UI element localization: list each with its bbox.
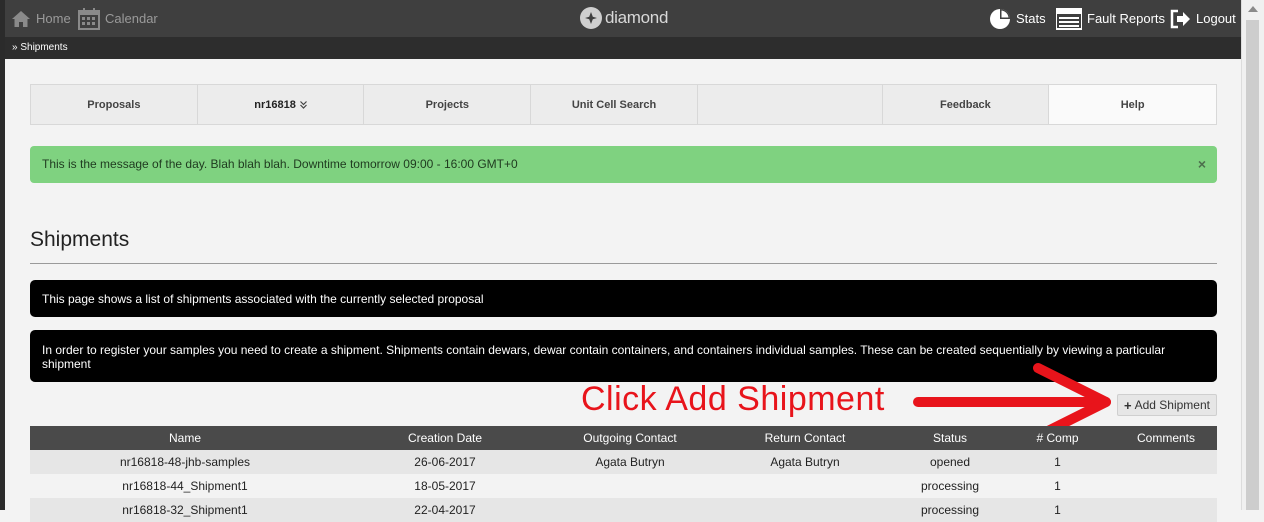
info-box-description: This page shows a list of shipments asso… [30, 280, 1217, 317]
cell-name: nr16818-48-jhb-samples [119, 455, 251, 469]
tab-proposal-selector[interactable]: nr16818 [198, 85, 365, 124]
cell-comp: 1 [1054, 503, 1061, 517]
diamond-logo[interactable]: diamond [580, 7, 668, 29]
close-icon[interactable]: × [1198, 156, 1206, 172]
column-header-comp[interactable]: # Comp [1000, 426, 1115, 450]
table-header: Name Creation Date Outgoing Contact Retu… [30, 426, 1217, 450]
top-navbar: Home Calendar diamond Stats Fault Report… [5, 0, 1242, 37]
cell-comments [1115, 498, 1217, 522]
tab-empty [698, 85, 883, 124]
tab-label: Help [1120, 98, 1145, 111]
scroll-up-arrow-icon[interactable] [1248, 6, 1258, 12]
cell-creation-date: 26-06-2017 [414, 455, 476, 469]
cell-status: opened [929, 455, 971, 469]
title-divider [30, 263, 1217, 264]
window-frame-left [0, 0, 5, 510]
cell-comments [1115, 474, 1217, 498]
cell-comp: 1 [1054, 479, 1061, 493]
vertical-scrollbar[interactable] [1241, 0, 1264, 510]
fault-reports-label: Fault Reports [1087, 11, 1166, 26]
breadcrumb-text[interactable]: » Shipments [12, 42, 68, 53]
home-icon [12, 10, 30, 27]
tab-label: Projects [425, 98, 469, 111]
sub-navigation: Proposals nr16818 Projects Unit Cell Sea… [30, 84, 1217, 125]
cell-name: nr16818-32_Shipment1 [122, 503, 248, 517]
cell-outgoing-contact: Agata Butryn [595, 455, 665, 469]
annotation-text: Click Add Shipment [581, 380, 885, 418]
home-label: Home [36, 11, 71, 26]
column-header-return-contact[interactable]: Return Contact [710, 426, 900, 450]
column-header-status[interactable]: Status [900, 426, 1000, 450]
pie-chart-icon [990, 8, 1010, 29]
motd-text: This is the message of the day. Blah bla… [42, 157, 518, 171]
tab-label: Feedback [940, 98, 991, 111]
chevron-down-icon [299, 100, 307, 109]
cell-return-contact [710, 474, 900, 498]
message-of-the-day: This is the message of the day. Blah bla… [30, 146, 1217, 183]
diamond-logo-icon [580, 7, 602, 29]
logout-icon [1170, 9, 1190, 28]
page-title: Shipments [30, 228, 130, 251]
breadcrumb: » Shipments [5, 37, 1242, 59]
calendar-link[interactable]: Calendar [78, 0, 158, 37]
column-header-comments[interactable]: Comments [1115, 426, 1217, 450]
cell-status: processing [920, 479, 980, 493]
tab-feedback[interactable]: Feedback [883, 85, 1050, 124]
home-link[interactable]: Home [11, 0, 71, 37]
cell-outgoing-contact [550, 474, 710, 498]
cell-creation-date: 22-04-2017 [414, 503, 476, 517]
fault-reports-link[interactable]: Fault Reports [1056, 0, 1165, 37]
cell-return-contact: Agata Butryn [770, 455, 840, 469]
logout-label: Logout [1196, 11, 1236, 26]
table-row[interactable]: nr16818-48-jhb-samples 26-06-2017 Agata … [30, 450, 1217, 474]
tab-proposals[interactable]: Proposals [31, 85, 198, 124]
logo-text: diamond [605, 8, 669, 27]
plus-icon: + [1124, 397, 1132, 413]
add-shipment-label: Add Shipment [1134, 398, 1210, 412]
cell-status: processing [920, 503, 980, 517]
scrollbar-thumb[interactable] [1246, 20, 1259, 510]
tab-unit-cell-search[interactable]: Unit Cell Search [531, 85, 698, 124]
cell-name: nr16818-44_Shipment1 [122, 479, 248, 493]
cell-creation-date: 18-05-2017 [414, 479, 476, 493]
calendar-icon [78, 7, 100, 30]
table-row[interactable]: nr16818-32_Shipment1 22-04-2017 processi… [30, 498, 1217, 522]
stats-label: Stats [1016, 11, 1046, 26]
info-text: This page shows a list of shipments asso… [42, 292, 484, 306]
add-shipment-button[interactable]: + Add Shipment [1117, 394, 1217, 416]
tab-help[interactable]: Help [1049, 85, 1216, 124]
cell-comp: 1 [1054, 455, 1061, 469]
tab-label: nr16818 [254, 98, 296, 111]
column-header-name[interactable]: Name [30, 426, 340, 450]
cell-return-contact [710, 498, 900, 522]
shipments-table: Name Creation Date Outgoing Contact Retu… [30, 426, 1217, 522]
column-header-creation-date[interactable]: Creation Date [340, 426, 550, 450]
cell-comments [1115, 450, 1217, 474]
tab-label: Proposals [87, 98, 141, 111]
cell-outgoing-contact [550, 498, 710, 522]
calendar-label: Calendar [105, 11, 158, 26]
table-row[interactable]: nr16818-44_Shipment1 18-05-2017 processi… [30, 474, 1217, 498]
tab-projects[interactable]: Projects [364, 85, 532, 124]
tab-label: Unit Cell Search [571, 98, 657, 111]
stats-link[interactable]: Stats [989, 0, 1046, 37]
logout-link[interactable]: Logout [1169, 0, 1236, 37]
column-header-outgoing-contact[interactable]: Outgoing Contact [550, 426, 710, 450]
list-icon [1056, 7, 1082, 30]
